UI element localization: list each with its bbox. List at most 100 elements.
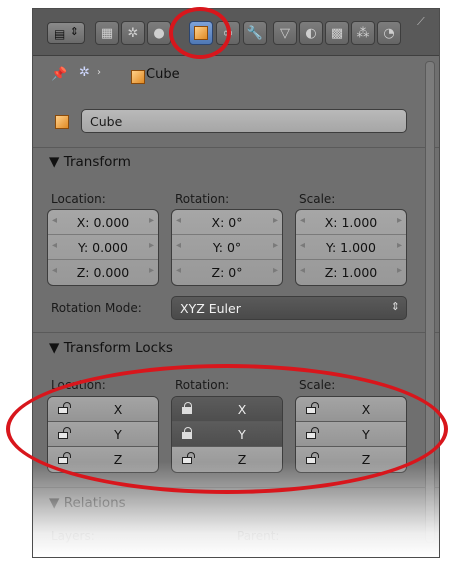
unlocked-icon	[306, 427, 319, 439]
scale-x-value: X: 1.000	[324, 215, 378, 230]
transform-title: Transform	[63, 154, 131, 170]
object-icon	[194, 26, 208, 40]
scale-x-field[interactable]: ◂ X: 1.000 ▸	[296, 210, 406, 235]
scale-vector: ◂ X: 1.000 ▸ ◂ Y: 1.000 ▸ ◂ Z: 1.000 ▸	[295, 209, 407, 286]
divider	[33, 487, 439, 488]
cube-icon	[131, 70, 145, 84]
location-x-field[interactable]: ◂ X: 0.000 ▸	[48, 210, 158, 235]
rotation-x-value: X: 0°	[211, 215, 243, 230]
unlocked-icon	[58, 402, 71, 414]
rotation-z-field[interactable]: ◂ Z: 0° ▸	[172, 260, 282, 285]
divider	[33, 147, 439, 148]
transform-scale-label: Scale:	[299, 192, 336, 206]
scale-y-field[interactable]: ◂ Y: 1.000 ▸	[296, 235, 406, 260]
rotation-vector: ◂ X: 0° ▸ ◂ Y: 0° ▸ ◂ Z: 0° ▸	[171, 209, 283, 286]
relations-title: Relations	[63, 495, 126, 511]
collapse-triangle-icon: ▼	[49, 495, 60, 511]
transform-locks-title: Transform Locks	[63, 340, 173, 356]
location-y-field[interactable]: ◂ Y: 0.000 ▸	[48, 235, 158, 260]
rotation-locks: X Y Z	[171, 396, 283, 473]
lock-rotation-x-label: X	[237, 402, 247, 417]
tab-scene[interactable]: ✲	[121, 21, 145, 45]
editor-type-icon: ▤	[54, 27, 66, 41]
chevron-updown-icon: ⇕	[69, 25, 79, 38]
rotation-y-value: Y: 0°	[212, 240, 242, 255]
render-layers-icon: ▦	[100, 25, 114, 41]
divider	[33, 332, 439, 333]
breadcrumb-separator-icon: ›	[97, 67, 101, 78]
location-z-field[interactable]: ◂ Z: 0.000 ▸	[48, 260, 158, 285]
tab-texture[interactable]: ▩	[325, 21, 349, 45]
lock-rotation-x[interactable]: X	[172, 397, 282, 422]
tab-physics[interactable]: ◔	[377, 21, 401, 45]
editor-type-button[interactable]: ▤ ⇕	[47, 22, 85, 44]
rotation-z-value: Z: 0°	[211, 265, 243, 280]
lock-rotation-y[interactable]: Y	[172, 422, 282, 447]
scrollbar[interactable]	[425, 61, 435, 543]
lock-location-x-label: X	[113, 402, 123, 417]
object-name-field[interactable]: Cube	[81, 109, 407, 133]
tab-modifiers[interactable]: 🔧	[243, 21, 267, 45]
unlocked-icon	[182, 452, 195, 464]
lock-location-z[interactable]: Z	[48, 447, 158, 472]
tab-constraints[interactable]: ∞	[216, 21, 240, 45]
locked-icon	[182, 402, 193, 414]
lock-location-y[interactable]: Y	[48, 422, 158, 447]
relations-layers-label: Layers:	[51, 529, 95, 543]
particles-icon: ⁂	[356, 25, 370, 41]
rotation-mode-value: XYZ Euler	[180, 301, 241, 316]
pin-icon[interactable]: 📌	[51, 67, 67, 82]
lock-rotation-z[interactable]: Z	[172, 447, 282, 472]
location-locks: X Y Z	[47, 396, 159, 473]
relations-panel-header[interactable]: ▼ Relations	[49, 495, 126, 511]
texture-icon: ▩	[330, 25, 344, 41]
chevron-updown-icon: ⇕	[390, 300, 400, 313]
transform-panel-header[interactable]: ▼ Transform	[49, 154, 131, 170]
transform-location-label: Location:	[51, 192, 106, 206]
tab-render-layers[interactable]: ▦	[95, 21, 119, 45]
breadcrumb-object: Cube	[146, 67, 180, 82]
rotation-mode-label: Rotation Mode:	[51, 301, 142, 315]
unlocked-icon	[58, 452, 71, 464]
unlocked-icon	[58, 427, 71, 439]
lock-rotation-y-label: Y	[238, 427, 246, 442]
tab-object[interactable]	[189, 21, 213, 45]
modifiers-icon: 🔧	[246, 25, 264, 41]
material-icon: ◐	[305, 25, 317, 41]
lock-scale-y-label: Y	[362, 427, 370, 442]
scale-y-value: Y: 1.000	[326, 240, 376, 255]
transform-locks-panel-header[interactable]: ▼ Transform Locks	[49, 340, 173, 356]
scene-breadcrumb-icon: ✲	[79, 65, 90, 80]
object-name-cube-icon	[55, 115, 69, 129]
location-y-value: Y: 0.000	[78, 240, 128, 255]
lock-location-z-label: Z	[113, 452, 123, 467]
tab-data[interactable]: ▽	[273, 21, 297, 45]
rotation-mode-select[interactable]: XYZ Euler ⇕	[171, 296, 407, 320]
locks-rotation-label: Rotation:	[175, 378, 230, 392]
lock-scale-x-label: X	[361, 402, 371, 417]
tab-world[interactable]: ●	[147, 21, 171, 45]
physics-icon: ◔	[383, 25, 395, 41]
lock-scale-y[interactable]: Y	[296, 422, 406, 447]
location-z-value: Z: 0.000	[76, 265, 130, 280]
rotation-x-field[interactable]: ◂ X: 0° ▸	[172, 210, 282, 235]
tab-material[interactable]: ◐	[299, 21, 323, 45]
lock-scale-z[interactable]: Z	[296, 447, 406, 472]
lock-scale-x[interactable]: X	[296, 397, 406, 422]
region-corner-grip[interactable]: ⟋	[417, 15, 425, 29]
unlocked-icon	[306, 402, 319, 414]
rotation-y-field[interactable]: ◂ Y: 0° ▸	[172, 235, 282, 260]
properties-header: ▤ ⇕ ▦ ✲ ● ∞ 🔧 ▽ ◐ ▩ ⁂ ◔ ⟋	[33, 9, 439, 56]
scene-icon: ✲	[127, 25, 139, 41]
lock-location-x[interactable]: X	[48, 397, 158, 422]
constraints-icon: ∞	[222, 25, 234, 41]
lock-scale-z-label: Z	[361, 452, 371, 467]
transform-rotation-label: Rotation:	[175, 192, 230, 206]
tab-particles[interactable]: ⁂	[351, 21, 375, 45]
properties-editor: ▤ ⇕ ▦ ✲ ● ∞ 🔧 ▽ ◐ ▩ ⁂ ◔ ⟋ 📌 ✲ › Cube Cub…	[32, 8, 440, 558]
object-name-value: Cube	[90, 114, 123, 129]
location-vector: ◂ X: 0.000 ▸ ◂ Y: 0.000 ▸ ◂ Z: 0.000 ▸	[47, 209, 159, 286]
unlocked-icon	[306, 452, 319, 464]
scale-z-field[interactable]: ◂ Z: 1.000 ▸	[296, 260, 406, 285]
lock-rotation-z-label: Z	[237, 452, 247, 467]
